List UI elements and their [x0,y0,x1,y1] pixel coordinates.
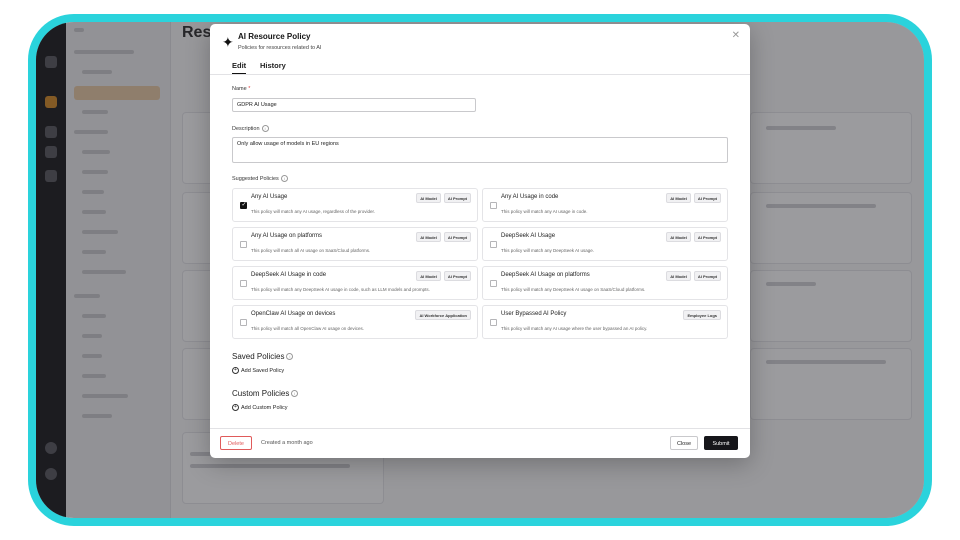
policy-description: This policy will match all OpenClaw AI u… [251,326,365,331]
policy-checkbox[interactable] [240,319,247,326]
app-screen: Reso ✦ AI Resource Policy Policies for r… [36,22,924,518]
name-input[interactable]: GDPR AI Usage [232,98,476,112]
modal-subtitle: Policies for resources related to AI [238,45,322,51]
plus-circle-icon: + [232,367,239,374]
policy-tag: AI Model [416,232,441,242]
description-label: Description i [232,125,269,132]
suggested-policies-label: Suggested Policies i [232,175,288,182]
add-saved-policy-button[interactable]: + Add Saved Policy [232,367,284,374]
policy-card[interactable]: Any AI Usage on platforms This policy wil… [232,227,478,261]
info-icon: i [291,390,299,398]
policy-tag: AI Prompt [443,232,471,242]
policy-title: DeepSeek AI Usage [501,233,556,239]
policy-title: Any AI Usage on platforms [251,233,323,239]
add-custom-policy-button[interactable]: + Add Custom Policy [232,404,287,411]
policy-checkbox[interactable] [490,202,497,209]
close-icon[interactable]: ✕ [732,30,740,41]
policy-card[interactable]: Any AI Usage in code This policy will mat… [482,188,728,222]
policy-tag: AI Prompt [693,193,721,203]
policy-checkbox[interactable] [240,201,247,209]
policy-title: Any AI Usage in code [501,194,559,200]
policy-tag: AI Prompt [443,271,471,281]
policy-card[interactable]: DeepSeek AI Usage in code This policy wil… [232,266,478,300]
policy-card[interactable]: DeepSeek AI Usage This policy will match … [482,227,728,261]
policy-tags: Employee Logs [683,310,721,320]
policy-tags: AI Workforce Application [415,310,471,320]
saved-policies-title: Saved Policies i [232,352,294,361]
policy-tags: AI Model AI Prompt [666,232,721,242]
description-textarea[interactable]: Only allow usage of models in EU regions [232,137,728,163]
submit-button[interactable]: Submit [704,436,738,450]
policy-title: User Bypassed AI Policy [501,311,567,317]
created-timestamp: Created a month ago [261,440,313,446]
policy-description: This policy will match any DeepSeek AI u… [251,287,430,292]
modal-title: AI Resource Policy [238,32,311,41]
policy-title: DeepSeek AI Usage on platforms [501,272,590,278]
policy-card[interactable]: Any AI Usage This policy will match any A… [232,188,478,222]
close-button[interactable]: Close [670,436,698,450]
policy-checkbox[interactable] [240,241,247,248]
policy-tags: AI Model AI Prompt [666,193,721,203]
policy-tag: AI Prompt [693,271,721,281]
policy-tag: AI Prompt [693,232,721,242]
policy-tag: AI Prompt [443,193,471,203]
policy-modal: ✦ AI Resource Policy Policies for resour… [210,24,750,458]
policy-description: This policy will match any AI usage wher… [501,326,648,331]
policy-tags: AI Model AI Prompt [666,271,721,281]
policy-checkbox[interactable] [490,319,497,326]
policy-card[interactable]: OpenClaw AI Usage on devices This policy … [232,305,478,339]
info-icon: i [280,175,288,182]
policy-tags: AI Model AI Prompt [416,193,471,203]
policy-tag: AI Model [666,271,691,281]
policy-card[interactable]: User Bypassed AI Policy This policy will … [482,305,728,339]
policy-description: This policy will match all AI usage on S… [251,248,371,253]
policy-title: OpenClaw AI Usage on devices [251,311,336,317]
policy-tag: AI Model [666,193,691,203]
tab-edit[interactable]: Edit [232,61,247,74]
policy-description: This policy will match any DeepSeek AI u… [501,248,595,253]
policy-checkbox[interactable] [490,241,497,248]
policy-description: This policy will match any AI usage, reg… [251,209,376,214]
custom-policies-title: Custom Policies i [232,389,299,398]
policy-description: This policy will match any DeepSeek AI u… [501,287,646,292]
policy-tag: Employee Logs [683,310,721,320]
name-label: Name * [232,86,251,92]
policy-card[interactable]: DeepSeek AI Usage on platforms This polic… [482,266,728,300]
policy-title: Any AI Usage [251,194,288,200]
policy-checkbox[interactable] [240,280,247,287]
modal-footer: Delete Created a month ago Close Submit [210,428,750,459]
policy-checkbox[interactable] [490,280,497,287]
tab-history[interactable]: History [260,61,286,70]
policy-tags: AI Model AI Prompt [416,232,471,242]
policy-tag: AI Model [416,271,441,281]
policy-tags: AI Model AI Prompt [416,271,471,281]
policy-description: This policy will match any AI usage in c… [501,209,588,214]
policy-tag: AI Model [666,232,691,242]
info-icon: i [286,353,294,361]
delete-button[interactable]: Delete [220,436,252,450]
policy-title: DeepSeek AI Usage in code [251,272,327,278]
sparkle-icon: ✦ [222,34,234,50]
info-icon: i [261,125,269,132]
tab-divider [210,74,750,75]
plus-circle-icon: + [232,404,239,411]
policy-tag: AI Workforce Application [415,310,471,320]
policy-tag: AI Model [416,193,441,203]
